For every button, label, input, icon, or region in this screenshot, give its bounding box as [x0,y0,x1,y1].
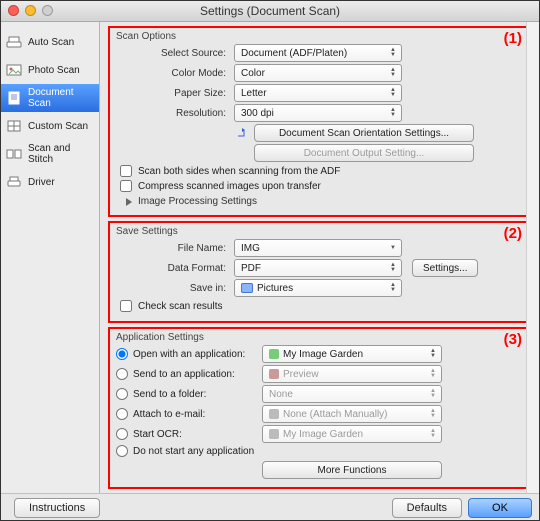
app-icon [269,409,279,419]
format-settings-button[interactable]: Settings... [412,259,478,277]
select-source-label: Select Source: [116,48,234,59]
sidebar-item-auto-scan[interactable]: Auto Scan [0,28,99,56]
main-panel: Scan Options (1) Select Source: Document… [100,22,540,493]
titlebar: Settings (Document Scan) [0,0,540,22]
start-ocr-dropdown[interactable]: My Image Garden▲▼ [262,425,442,443]
orientation-icon [234,126,250,140]
attach-to-email-radio[interactable]: Attach to e-mail: [116,408,262,420]
instructions-button[interactable]: Instructions [14,498,100,518]
group-title: Application Settings [116,332,526,343]
paper-size-label: Paper Size: [116,88,234,99]
scan-options-group: Scan Options (1) Select Source: Document… [108,26,534,217]
sidebar: Auto Scan Photo Scan Document Scan Custo… [0,22,100,493]
region-marker-1: (1) [504,30,522,47]
sidebar-item-label: Driver [28,177,55,188]
sidebar-item-label: Auto Scan [28,37,74,48]
sidebar-item-custom-scan[interactable]: Custom Scan [0,112,99,140]
orientation-settings-button[interactable]: Document Scan Orientation Settings... [254,124,474,142]
sidebar-item-photo-scan[interactable]: Photo Scan [0,56,99,84]
region-marker-2: (2) [504,225,522,242]
driver-icon [6,175,22,189]
sidebar-item-document-scan[interactable]: Document Scan [0,84,99,112]
open-with-application-radio[interactable]: Open with an application: [116,348,262,360]
region-marker-3: (3) [504,331,522,348]
select-source-dropdown[interactable]: Document (ADF/Platen)▲▼ [234,44,402,62]
image-processing-disclosure[interactable]: Image Processing Settings [126,196,526,207]
ok-button[interactable]: OK [468,498,532,518]
custom-icon [6,119,22,133]
data-format-dropdown[interactable]: PDF▲▼ [234,259,402,277]
photo-icon [6,63,22,77]
group-title: Save Settings [116,226,526,237]
footer: Instructions Defaults OK [0,493,540,521]
folder-icon [241,283,253,293]
scrollbar[interactable] [526,22,540,493]
save-in-label: Save in: [116,283,234,294]
resolution-dropdown[interactable]: 300 dpi▲▼ [234,104,402,122]
output-setting-button[interactable]: Document Output Setting... [254,144,474,162]
send-to-application-radio[interactable]: Send to an application: [116,368,262,380]
data-format-label: Data Format: [116,263,234,274]
file-name-label: File Name: [116,243,234,254]
sidebar-item-driver[interactable]: Driver [0,168,99,196]
send-to-application-dropdown[interactable]: Preview▲▼ [262,365,442,383]
compress-checkbox[interactable]: Compress scanned images upon transfer [120,180,526,192]
color-mode-dropdown[interactable]: Color▲▼ [234,64,402,82]
scan-both-sides-checkbox[interactable]: Scan both sides when scanning from the A… [120,165,526,177]
scanner-icon [6,35,22,49]
app-icon [269,349,279,359]
stitch-icon [6,147,22,161]
paper-size-dropdown[interactable]: Letter▲▼ [234,84,402,102]
send-to-folder-dropdown[interactable]: None▲▼ [262,385,442,403]
color-mode-label: Color Mode: [116,68,234,79]
open-with-application-dropdown[interactable]: My Image Garden▲▼ [262,345,442,363]
save-in-dropdown[interactable]: Pictures▲▼ [234,279,402,297]
more-functions-button[interactable]: More Functions [262,461,442,479]
minimize-icon[interactable] [25,5,36,16]
file-name-combo[interactable]: IMG▼ [234,239,402,257]
sidebar-item-scan-and-stitch[interactable]: Scan and Stitch [0,140,99,168]
start-ocr-radio[interactable]: Start OCR: [116,428,262,440]
do-not-start-radio[interactable]: Do not start any application [116,445,376,457]
window-controls [0,5,53,16]
check-scan-results-checkbox[interactable]: Check scan results [120,300,526,312]
send-to-folder-radio[interactable]: Send to a folder: [116,388,262,400]
attach-to-email-dropdown[interactable]: None (Attach Manually)▲▼ [262,405,442,423]
application-settings-group: Application Settings (3) Open with an ap… [108,327,534,489]
zoom-icon[interactable] [42,5,53,16]
sidebar-item-label: Scan and Stitch [28,143,93,165]
group-title: Scan Options [116,31,526,42]
app-icon [269,429,279,439]
defaults-button[interactable]: Defaults [392,498,462,518]
sidebar-item-label: Photo Scan [28,65,80,76]
app-icon [269,369,279,379]
window-title: Settings (Document Scan) [0,4,540,18]
sidebar-item-label: Document Scan [28,87,93,109]
close-icon[interactable] [8,5,19,16]
chevron-right-icon [126,198,132,206]
save-settings-group: Save Settings (2) File Name: IMG▼ Data F… [108,221,534,323]
resolution-label: Resolution: [116,108,234,119]
document-icon [6,91,22,105]
sidebar-item-label: Custom Scan [28,121,88,132]
